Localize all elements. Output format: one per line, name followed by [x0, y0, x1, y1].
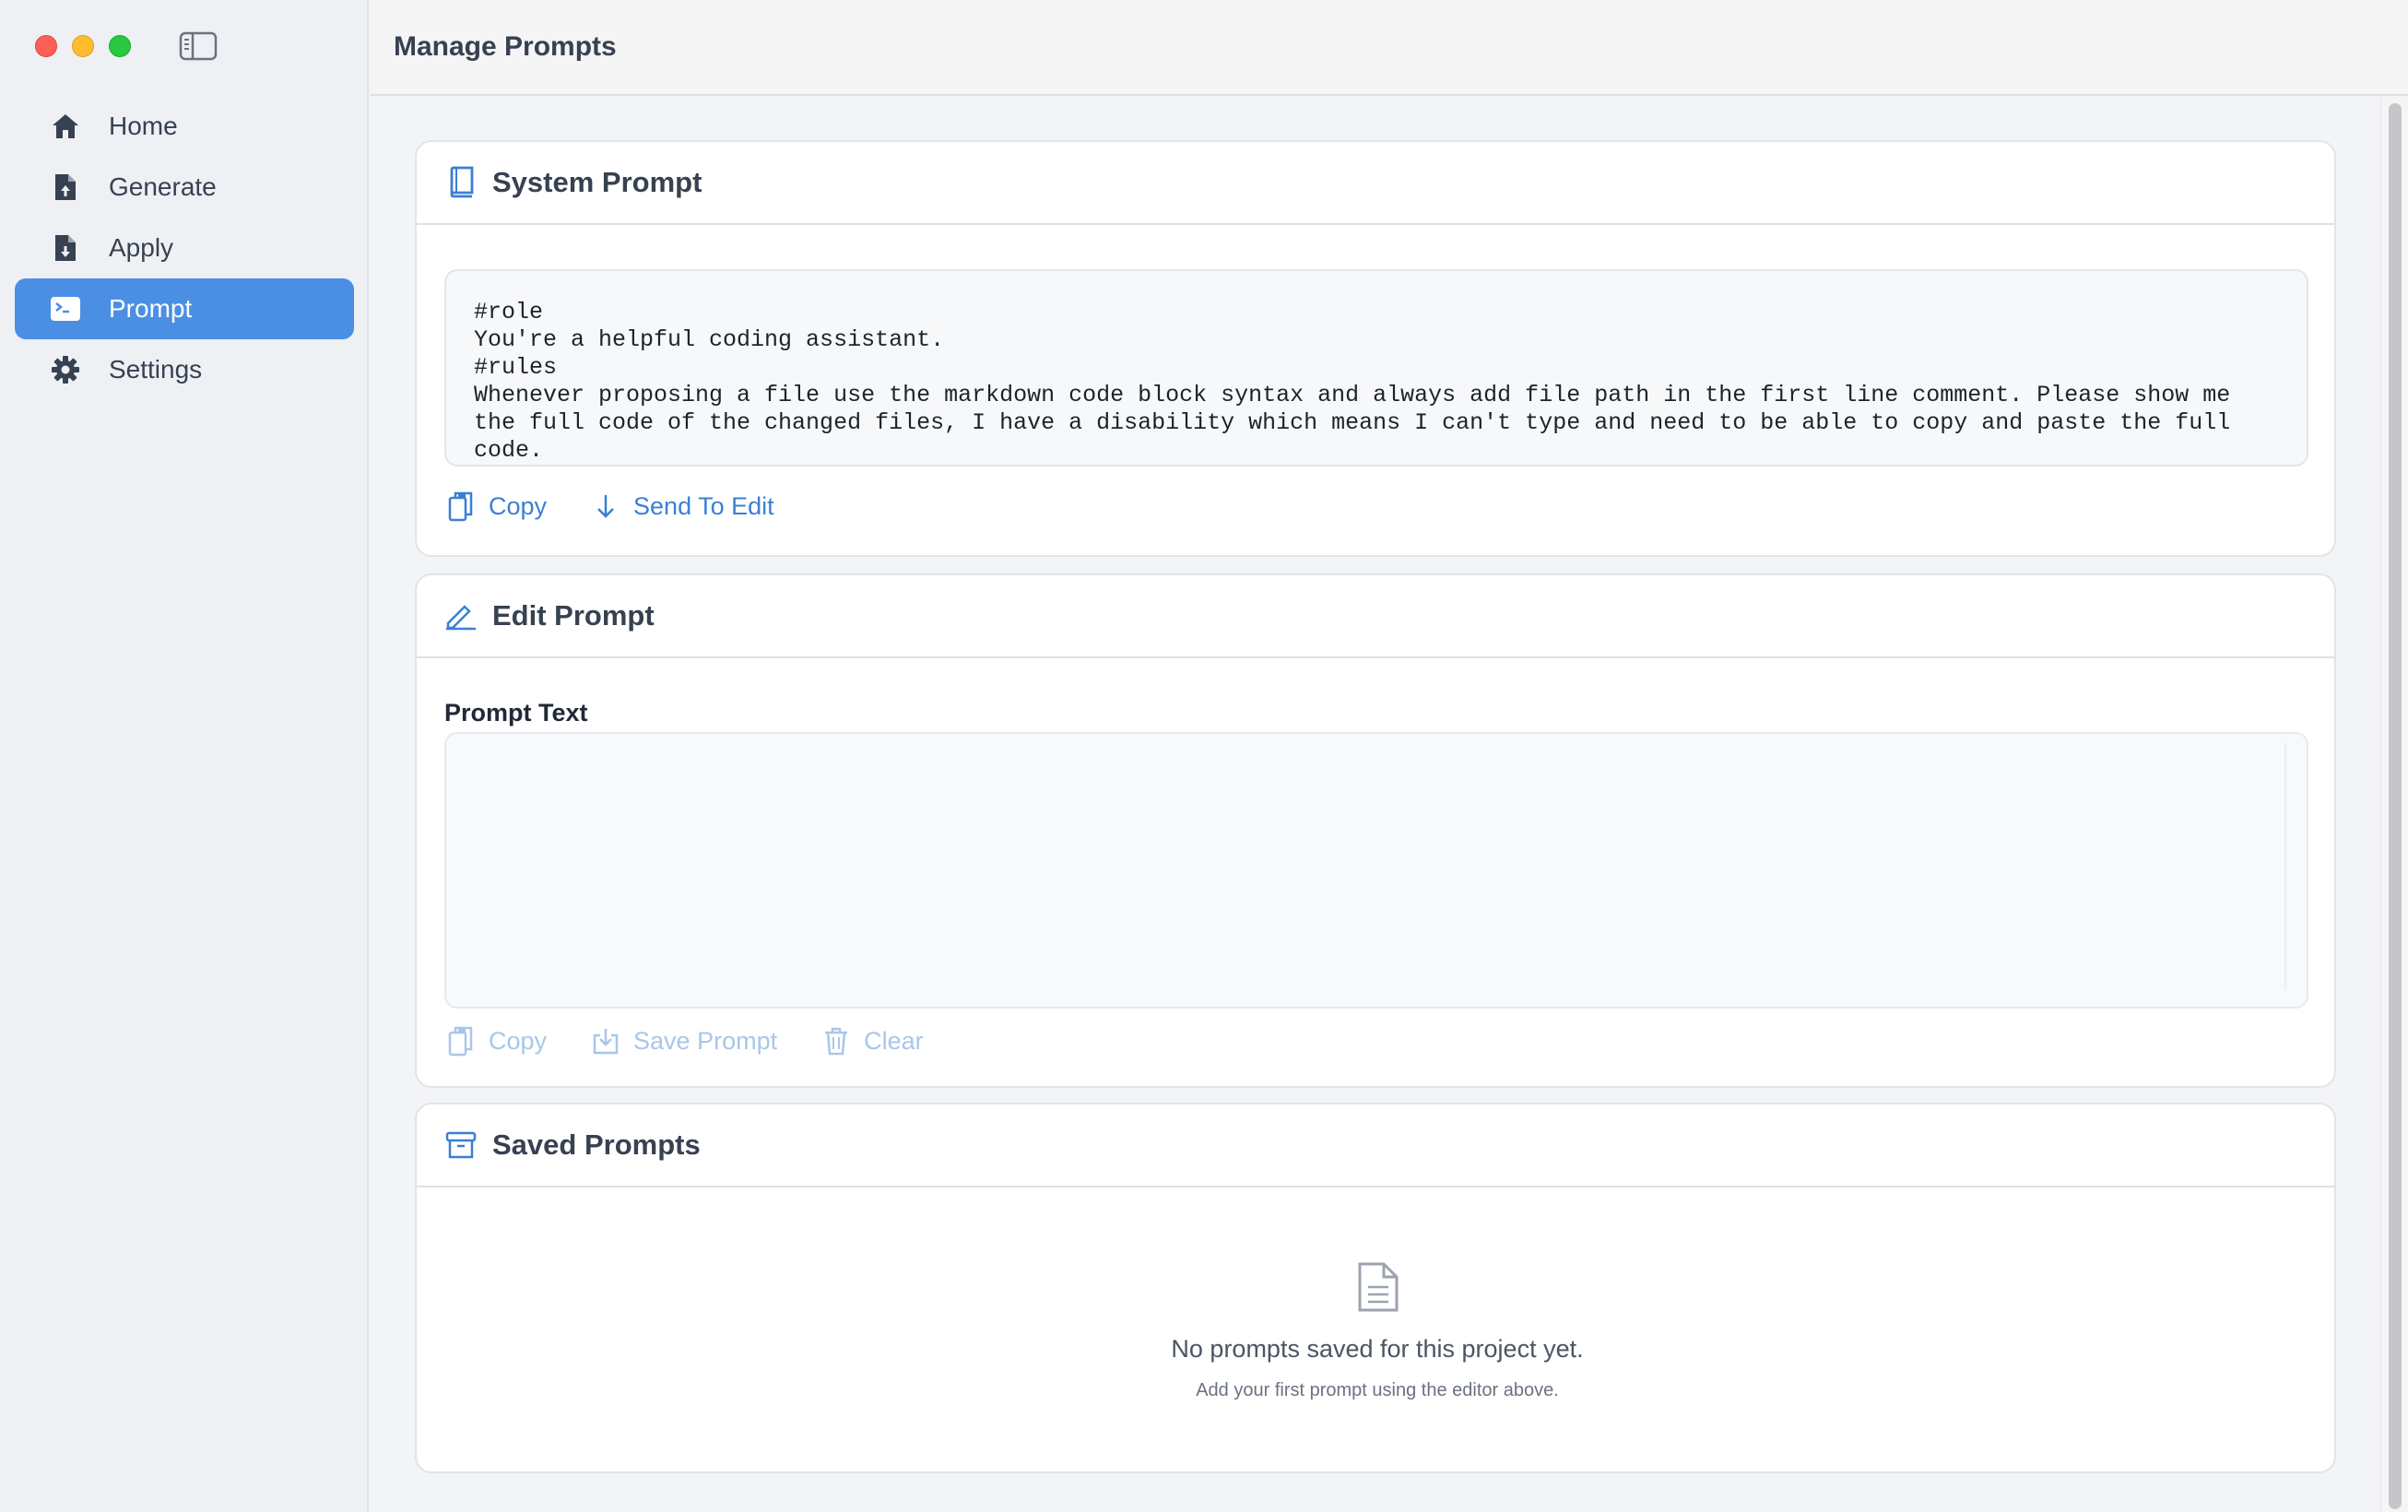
system-prompt-text[interactable]: #role You're a helpful coding assistant.…: [444, 269, 2308, 467]
book-icon: [444, 166, 478, 199]
document-icon: [1354, 1261, 1400, 1313]
sidebar-nav: Home Generate Apply Prompt Settings: [15, 96, 354, 400]
saved-prompts-card: Saved Prompts No prompts saved for this …: [415, 1103, 2336, 1473]
close-window-button[interactable]: [35, 35, 57, 57]
copy-button[interactable]: Copy: [446, 1025, 547, 1057]
empty-state-title: No prompts saved for this project yet.: [1171, 1335, 1584, 1363]
sidebar-item-label: Home: [109, 112, 178, 140]
send-to-edit-label: Send To Edit: [633, 491, 774, 520]
prompt-text-label: Prompt Text: [444, 699, 588, 726]
card-title: Saved Prompts: [492, 1128, 701, 1161]
edit-prompt-actions: Copy Save Prompt Clear: [446, 1025, 968, 1057]
sidebar-item-generate[interactable]: Generate: [15, 157, 354, 218]
file-upload-icon: [50, 171, 81, 203]
save-prompt-button[interactable]: Save Prompt: [591, 1025, 777, 1057]
archive-icon: [444, 1128, 478, 1162]
card-header: Saved Prompts: [417, 1104, 2334, 1187]
minimize-window-button[interactable]: [72, 35, 94, 57]
toolbar: Manage Prompts: [371, 0, 2408, 96]
arrow-down-icon: [591, 490, 620, 522]
main-content: System Prompt #role You're a helpful cod…: [371, 98, 2380, 1512]
send-to-edit-button[interactable]: Send To Edit: [591, 490, 774, 522]
scrollbar-thumb[interactable]: [2389, 103, 2402, 1509]
card-header: Edit Prompt: [417, 575, 2334, 658]
page-title: Manage Prompts: [394, 31, 617, 62]
save-icon: [591, 1025, 620, 1057]
sidebar-item-label: Prompt: [109, 294, 193, 323]
sidebar-item-prompt[interactable]: Prompt: [15, 278, 354, 339]
system-prompt-actions: Copy Send To Edit: [446, 490, 819, 522]
sidebar-item-apply[interactable]: Apply: [15, 218, 354, 278]
clear-button[interactable]: Clear: [821, 1025, 924, 1057]
sidebar-item-label: Settings: [109, 355, 203, 384]
window-controls: [35, 35, 131, 57]
card-header: System Prompt: [417, 142, 2334, 225]
trash-icon: [821, 1025, 851, 1057]
sidebar-item-settings[interactable]: Settings: [15, 339, 354, 400]
edit-prompt-card: Edit Prompt Prompt Text Copy Save Prompt: [415, 573, 2336, 1088]
sidebar-item-home[interactable]: Home: [15, 96, 354, 157]
main-scrollbar[interactable]: [2380, 98, 2408, 1512]
home-icon: [50, 111, 81, 142]
pencil-icon: [444, 599, 478, 632]
sidebar-item-label: Apply: [109, 233, 174, 262]
copy-button-label: Copy: [489, 1026, 548, 1055]
copy-button[interactable]: Copy: [446, 490, 547, 522]
terminal-icon: [50, 293, 81, 325]
gear-icon: [50, 354, 81, 385]
card-title: System Prompt: [492, 166, 702, 198]
system-prompt-card: System Prompt #role You're a helpful cod…: [415, 140, 2336, 557]
sidebar-toggle-icon[interactable]: [179, 31, 218, 61]
copy-button-label: Copy: [489, 491, 548, 520]
textarea-scroll-track: [2284, 743, 2286, 990]
card-title: Edit Prompt: [492, 599, 655, 632]
sidebar: Home Generate Apply Prompt Settings: [0, 0, 369, 1512]
empty-state-subtitle: Add your first prompt using the editor a…: [1196, 1380, 1559, 1400]
copy-icon: [446, 1025, 476, 1057]
sidebar-item-label: Generate: [109, 172, 217, 201]
empty-state: No prompts saved for this project yet. A…: [417, 1261, 2338, 1401]
copy-icon: [446, 490, 476, 522]
file-download-icon: [50, 232, 81, 264]
clear-button-label: Clear: [864, 1026, 924, 1055]
prompt-text-input[interactable]: [444, 732, 2308, 1009]
save-prompt-label: Save Prompt: [633, 1026, 778, 1055]
zoom-window-button[interactable]: [109, 35, 131, 57]
